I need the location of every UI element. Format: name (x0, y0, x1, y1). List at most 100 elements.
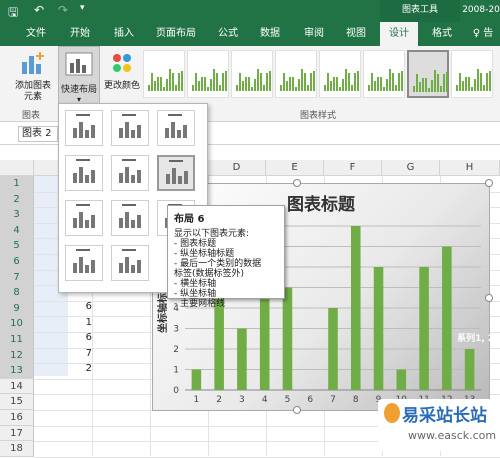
row-header[interactable]: 5 (0, 238, 34, 254)
tab-formulas[interactable]: 公式 (210, 22, 246, 46)
chart-style-option[interactable] (231, 50, 273, 98)
tooltip-line: - 最后一个类别的数据 (174, 259, 262, 269)
select-all-corner[interactable] (0, 160, 34, 176)
resize-handle-tr[interactable] (485, 179, 493, 187)
x-tick-label: 6 (307, 395, 313, 405)
row-header[interactable]: 1 (0, 176, 34, 192)
chart-style-option[interactable] (451, 50, 493, 98)
x-tick-label: 2 (216, 395, 222, 405)
chart-style-option[interactable] (319, 50, 361, 98)
chart-bar (373, 267, 384, 390)
row-header[interactable]: 4 (0, 222, 34, 239)
layout-tooltip: 布局 6 显示以下图表元素: - 图表标题 - 纵坐标轴标题 - 最后一个类别的… (167, 205, 285, 309)
layout-option[interactable] (65, 110, 103, 146)
tooltip-line: - 主要网格线 (174, 299, 226, 309)
layout-option[interactable] (111, 110, 149, 146)
name-box[interactable]: 图表 2 (18, 126, 58, 142)
row-header[interactable]: 17 (0, 425, 34, 442)
row-header[interactable]: 15 (0, 394, 34, 410)
layout-option[interactable] (65, 200, 103, 236)
y-tick-label: 0 (173, 386, 179, 396)
tooltip-line: - 纵坐标轴 (174, 289, 217, 299)
layout-option[interactable] (65, 245, 103, 281)
chart-style-option[interactable] (363, 50, 405, 98)
chart-style-option[interactable] (187, 50, 229, 98)
x-tick-label: 3 (239, 395, 245, 405)
quick-access-menu-icon[interactable]: ▾ (80, 3, 85, 13)
add-chart-element-button[interactable]: 添加图表元素 (12, 46, 54, 103)
y-tick-label: 2 (173, 345, 179, 355)
row-header[interactable]: 10 (0, 316, 34, 332)
x-tick-label: 4 (262, 395, 268, 405)
row-header[interactable]: 13 (0, 363, 34, 379)
chart-bar (237, 328, 247, 390)
layout-option[interactable] (65, 155, 103, 191)
tab-review[interactable]: 审阅 (296, 22, 332, 46)
tab-file[interactable]: 文件 (18, 22, 54, 46)
row-header[interactable]: 9 (0, 300, 34, 317)
chart-style-option[interactable] (143, 50, 185, 98)
row-header[interactable]: 12 (0, 347, 34, 364)
change-colors-button[interactable]: 更改颜色 (104, 46, 140, 92)
tab-tell-me[interactable]: ♀ 告 (466, 22, 500, 46)
chart-bar (419, 267, 429, 390)
chart-style-option[interactable] (407, 50, 449, 98)
row-header[interactable]: 6 (0, 254, 34, 270)
watermark-url: www.easck.com (408, 429, 497, 442)
chart-bar (191, 369, 202, 390)
tab-view[interactable]: 视图 (338, 22, 374, 46)
cell-b9[interactable]: 6 (34, 301, 92, 312)
cell-b11[interactable]: 6 (34, 332, 92, 343)
row-header[interactable]: 11 (0, 332, 34, 348)
tab-page-layout[interactable]: 页面布局 (148, 22, 204, 46)
cell-b10[interactable]: 1 (34, 317, 92, 328)
quick-layout-icon (65, 52, 93, 76)
tooltip-line: - 横坐标轴 (174, 279, 217, 289)
tab-design[interactable]: 设计 (380, 22, 418, 46)
quick-layout-label: 快速布局 (60, 85, 97, 95)
row-header[interactable]: 16 (0, 410, 34, 426)
row-header[interactable]: 18 (0, 441, 34, 457)
resize-handle-bottom[interactable] (293, 406, 301, 414)
y-tick-label: 3 (173, 325, 179, 335)
save-icon[interactable]: 🖫 (8, 3, 18, 24)
file-name: 2008-20 (462, 5, 500, 15)
row-header[interactable]: 3 (0, 207, 34, 223)
column-header-e[interactable]: E (266, 160, 324, 176)
layout-preview-icon (119, 159, 141, 183)
row-header[interactable]: 8 (0, 285, 34, 301)
row-header[interactable]: 2 (0, 191, 34, 208)
x-tick-label: 1 (194, 395, 200, 405)
tab-data[interactable]: 数据 (252, 22, 288, 46)
watermark-logo-icon (384, 403, 400, 423)
layout-option[interactable] (111, 200, 149, 236)
column-header-f[interactable]: F (324, 160, 382, 176)
column-header-d[interactable]: D (208, 160, 266, 176)
chart-bar (396, 369, 407, 390)
column-header-h[interactable]: H (440, 160, 500, 176)
chart-bar (282, 287, 293, 390)
tab-insert[interactable]: 插入 (106, 22, 142, 46)
layout-option[interactable] (157, 155, 195, 191)
chart-tools-label: 图表工具 (380, 0, 460, 22)
tab-format[interactable]: 格式 (424, 22, 460, 46)
cell-b13[interactable]: 2 (34, 363, 92, 374)
row-header[interactable]: 7 (0, 269, 34, 286)
row-header[interactable]: 14 (0, 378, 34, 395)
cell-b12[interactable]: 7 (34, 348, 92, 359)
y-tick-label: 1 (173, 366, 179, 376)
layout-preview-icon (119, 249, 141, 273)
chart-style-option[interactable] (275, 50, 317, 98)
ribbon-tabs: 文件 开始 插入 页面布局 公式 数据 审阅 视图 设计 格式 ♀ 告 (0, 22, 500, 46)
redo-icon[interactable]: ↷ (58, 3, 68, 17)
layout-option[interactable] (111, 245, 149, 281)
column-header-g[interactable]: G (382, 160, 440, 176)
layout-option[interactable] (111, 155, 149, 191)
undo-icon[interactable]: ↶ (34, 3, 44, 17)
resize-handle-top[interactable] (293, 179, 301, 187)
resize-handle-right[interactable] (485, 294, 493, 302)
chart-style-preview-icon (413, 70, 448, 92)
quick-layout-button[interactable]: 快速布局 ▾ (58, 46, 100, 104)
layout-option[interactable] (157, 110, 195, 146)
tab-home[interactable]: 开始 (62, 22, 98, 46)
